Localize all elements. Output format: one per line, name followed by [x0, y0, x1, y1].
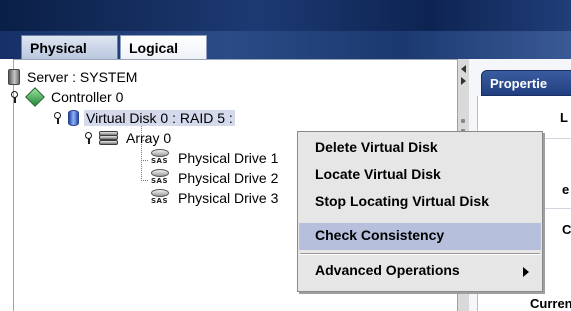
property-label: e — [562, 182, 570, 197]
tree-item-physical-drive[interactable]: SAS Physical Drive 3 — [149, 188, 280, 208]
menu-item-advanced-operations[interactable]: Advanced Operations — [299, 258, 541, 285]
menu-item-delete-virtual-disk[interactable]: Delete Virtual Disk — [299, 135, 541, 162]
view-tab-strip: Physical Logical — [0, 31, 571, 59]
menu-separator — [300, 253, 540, 255]
header-banner — [0, 0, 571, 31]
tree-item-label: Virtual Disk 0 : RAID 5 : — [84, 110, 235, 126]
property-label: L — [560, 110, 568, 125]
tree-item-server[interactable]: Server : SYSTEM — [8, 67, 139, 87]
sas-drive-icon: SAS — [149, 189, 171, 207]
expand-icon[interactable] — [10, 91, 19, 103]
property-label: C — [562, 222, 571, 237]
tree-item-physical-drive[interactable]: SAS Physical Drive 1 — [149, 148, 280, 168]
tree-item-label: Array 0 — [126, 130, 172, 146]
collapse-right-icon[interactable] — [461, 77, 466, 85]
tree-connector — [141, 160, 148, 161]
context-menu: Delete Virtual Disk Locate Virtual Disk … — [297, 131, 543, 292]
collapse-left-icon[interactable] — [461, 65, 466, 73]
sas-drive-icon: SAS — [149, 149, 171, 167]
tree-item-virtual-disk[interactable]: Virtual Disk 0 : RAID 5 : — [53, 108, 235, 128]
tree-item-label: Controller 0 — [51, 89, 124, 105]
tree-item-label: Physical Drive 3 — [178, 190, 279, 206]
tree-item-label: Physical Drive 1 — [178, 150, 279, 166]
grip-icon — [461, 119, 465, 123]
server-icon — [8, 69, 20, 85]
tree-connector — [141, 180, 148, 181]
sas-drive-icon: SAS — [149, 169, 171, 187]
array-icon — [99, 130, 119, 146]
storage-manager-window: Physical Logical Server : SYSTEM Control… — [0, 0, 571, 311]
tree-item-physical-drive[interactable]: SAS Physical Drive 2 — [149, 168, 280, 188]
menu-item-stop-locating-virtual-disk[interactable]: Stop Locating Virtual Disk — [299, 189, 541, 216]
menu-item-locate-virtual-disk[interactable]: Locate Virtual Disk — [299, 162, 541, 189]
tab-properties[interactable]: Propertie — [481, 70, 571, 96]
tree-item-label: Server : SYSTEM — [27, 69, 138, 85]
virtual-disk-icon — [68, 110, 79, 126]
controller-icon — [25, 87, 45, 107]
expand-icon[interactable] — [84, 132, 93, 144]
menu-item-check-consistency[interactable]: Check Consistency — [299, 223, 541, 250]
tab-logical[interactable]: Logical — [120, 35, 207, 59]
tree-item-controller[interactable]: Controller 0 — [10, 87, 125, 107]
tree-item-label: Physical Drive 2 — [178, 170, 279, 186]
expand-icon[interactable] — [53, 112, 62, 124]
property-label: Curren — [530, 296, 571, 311]
tree-item-array[interactable]: Array 0 — [84, 128, 173, 148]
submenu-arrow-icon — [523, 267, 529, 277]
tab-physical[interactable]: Physical — [21, 35, 118, 59]
menu-item-label: Advanced Operations — [315, 262, 460, 278]
